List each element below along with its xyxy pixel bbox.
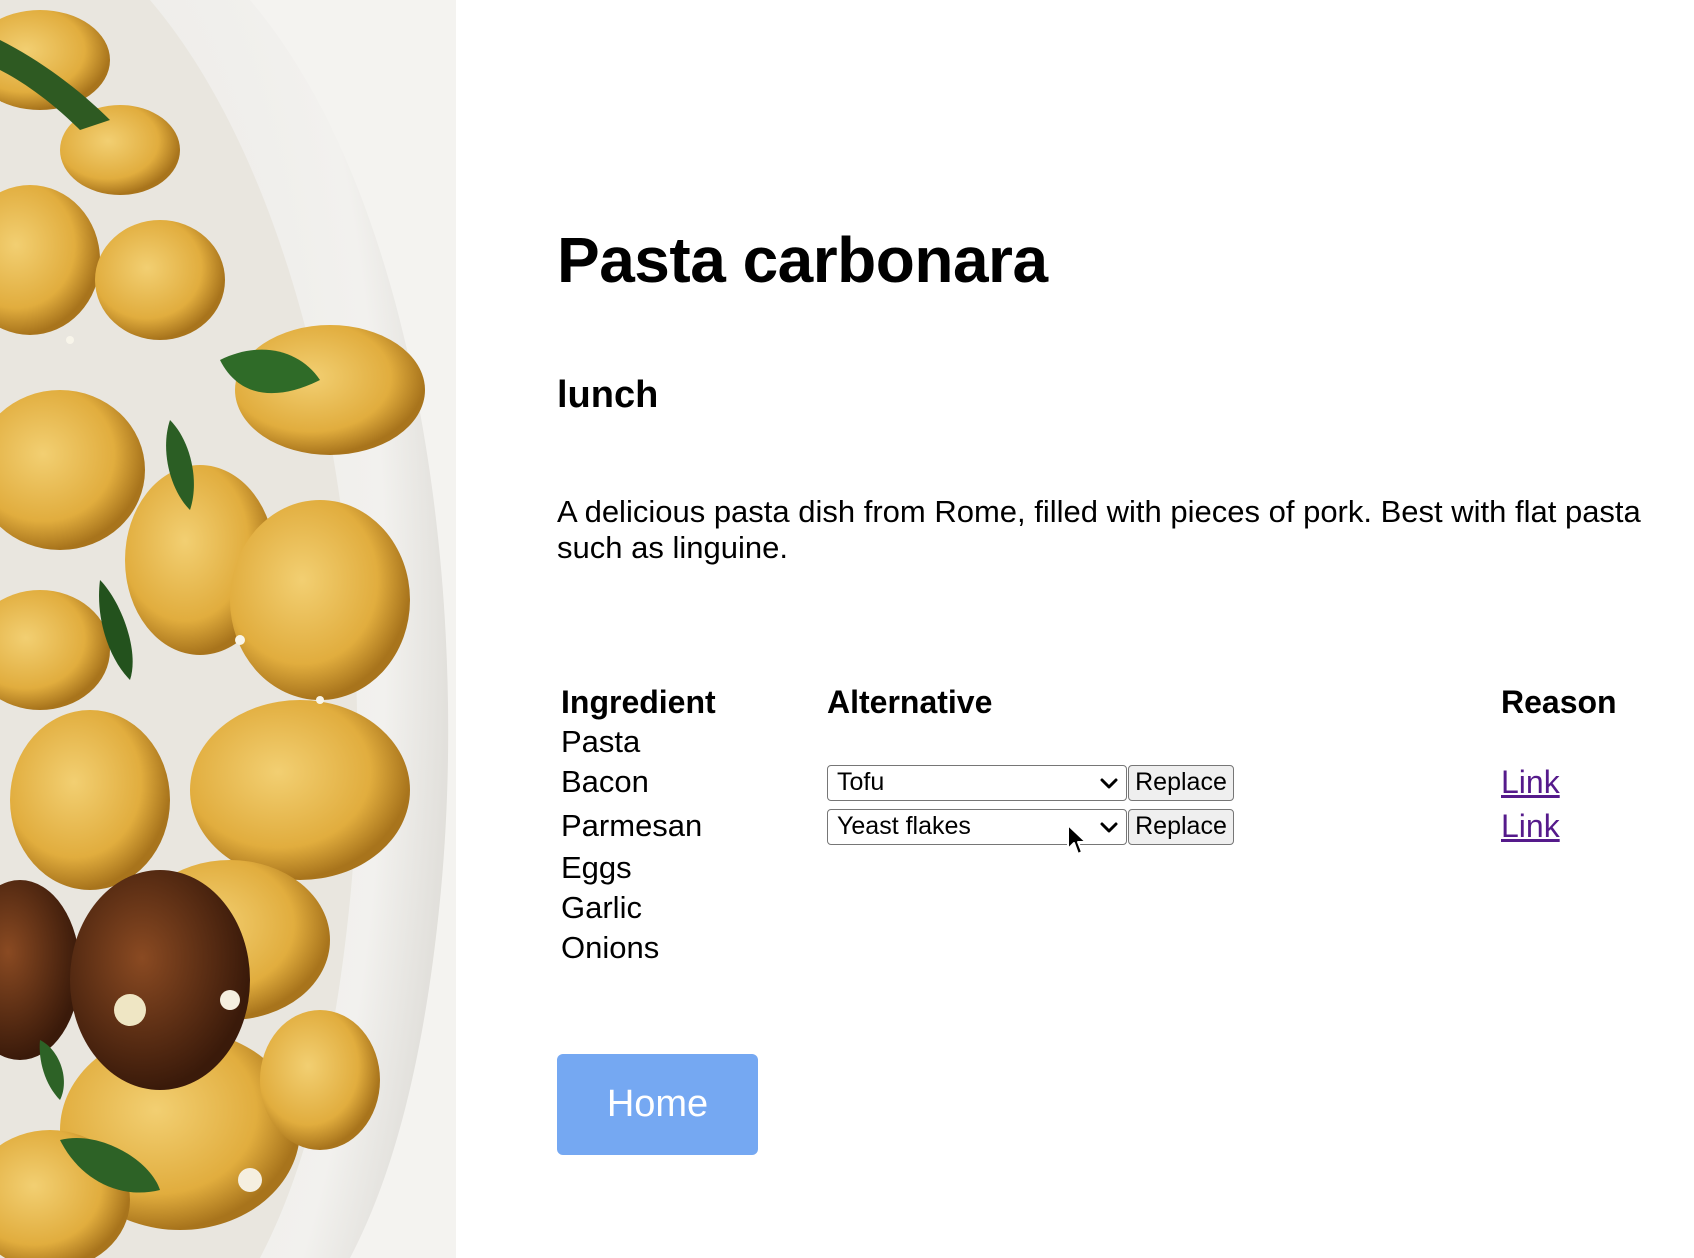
chevron-down-icon xyxy=(1100,778,1118,789)
table-row: Parmesan Yeast flakes Replace Link xyxy=(557,806,1657,846)
mouse-cursor-icon xyxy=(1067,824,1087,855)
header-alternative: Alternative xyxy=(827,684,993,720)
table-row: Eggs xyxy=(557,848,1657,888)
recipe-title: Pasta carbonara xyxy=(557,224,1048,296)
reason-link[interactable]: Link xyxy=(1501,806,1560,846)
recipe-description: A delicious pasta dish from Rome, filled… xyxy=(557,494,1641,565)
table-row: Garlic xyxy=(557,888,1657,928)
ingredient-name: Parmesan xyxy=(561,808,703,843)
ingredient-name: Garlic xyxy=(561,890,642,925)
alternative-select-value: Yeast flakes xyxy=(837,812,971,840)
table-row: Onions xyxy=(557,928,1657,968)
table-row: Bacon Tofu Replace Link xyxy=(557,762,1657,802)
ingredient-name: Eggs xyxy=(561,850,632,885)
ingredient-name: Pasta xyxy=(561,724,641,759)
pasta-photo xyxy=(0,0,456,1258)
header-reason: Reason xyxy=(1501,684,1617,720)
reason-link[interactable]: Link xyxy=(1501,762,1560,802)
home-button[interactable]: Home xyxy=(557,1054,758,1155)
alternative-select-value: Tofu xyxy=(837,768,885,796)
alternative-select[interactable]: Tofu xyxy=(827,765,1127,801)
table-row: Pasta xyxy=(557,722,1657,762)
ingredient-name: Onions xyxy=(561,930,660,965)
meal-type: lunch xyxy=(557,374,659,416)
replace-button[interactable]: Replace xyxy=(1128,809,1234,845)
chevron-down-icon xyxy=(1100,822,1118,833)
header-ingredient: Ingredient xyxy=(561,684,716,720)
recipe-page: Pasta carbonara lunch A delicious pasta … xyxy=(0,0,1694,1258)
replace-button[interactable]: Replace xyxy=(1128,765,1234,801)
ingredient-name: Bacon xyxy=(561,764,649,799)
